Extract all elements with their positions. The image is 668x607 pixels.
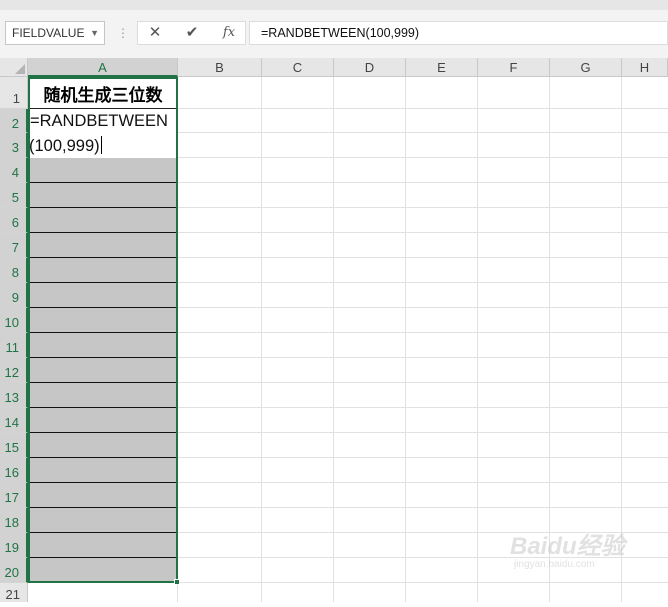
editor-line-1: =RANDBETWEEN (30, 112, 168, 130)
row-header-15[interactable]: 15 (0, 433, 28, 458)
column-header-d[interactable]: D (334, 58, 406, 77)
formula-buttons: ✕ ✔ fx (137, 21, 246, 45)
cell-a14[interactable] (29, 408, 176, 433)
column-header-c[interactable]: C (262, 58, 334, 77)
formula-input[interactable]: =RANDBETWEEN(100,999) (249, 21, 668, 45)
cell-a18[interactable] (29, 508, 176, 533)
spreadsheet-grid[interactable]: A B C D E F G H 1 2 3 4 5 6 7 8 9 10 11 … (0, 58, 668, 602)
row-header-5[interactable]: 5 (0, 183, 28, 208)
row-header-20[interactable]: 20 (0, 558, 28, 583)
chevron-down-icon[interactable]: ▼ (90, 22, 99, 44)
row-header-4[interactable]: 4 (0, 158, 28, 183)
row-header-11[interactable]: 11 (0, 333, 28, 358)
watermark-brand: Baidu经验 (510, 533, 625, 560)
watermark: Baidu经验 jingyan.baidu.com (508, 526, 668, 578)
cell-a7[interactable] (29, 233, 176, 258)
more-options-icon[interactable]: ⋮ (117, 23, 129, 43)
cell-a15[interactable] (29, 433, 176, 458)
insert-function-icon[interactable]: fx (217, 22, 241, 44)
column-header-f[interactable]: F (478, 58, 550, 77)
gridline (261, 77, 262, 602)
row-header-10[interactable]: 10 (0, 308, 28, 333)
gridline (549, 77, 550, 602)
row-header-12[interactable]: 12 (0, 358, 28, 383)
gridline (28, 582, 668, 583)
gridline (477, 77, 478, 602)
gridline (621, 77, 622, 602)
watermark-site: jingyan.baidu.com (514, 559, 595, 570)
text-cursor (100, 136, 102, 154)
cell-a19[interactable] (29, 533, 176, 558)
editor-line-2: (100,999) (29, 136, 102, 156)
column-header-a[interactable]: A (28, 58, 178, 77)
row-header-7[interactable]: 7 (0, 233, 28, 258)
active-cell-editor[interactable]: =RANDBETWEEN (100,999) (28, 109, 178, 158)
cell-a5[interactable] (29, 183, 176, 208)
cell-a17[interactable] (29, 483, 176, 508)
row-header-3[interactable]: 3 (0, 133, 28, 158)
select-all-corner[interactable] (0, 58, 28, 77)
editor-line-2-text: (100,999) (29, 137, 100, 155)
row-header-18[interactable]: 18 (0, 508, 28, 533)
cell-a8[interactable] (29, 258, 176, 283)
formula-bar-area: FIELDVALUE ▼ ⋮ ✕ ✔ fx =RANDBETWEEN(100,9… (0, 10, 668, 58)
gridline (333, 77, 334, 602)
cell-a10[interactable] (29, 308, 176, 333)
column-header-e[interactable]: E (406, 58, 478, 77)
row-header-13[interactable]: 13 (0, 383, 28, 408)
gridline (405, 77, 406, 602)
name-box[interactable]: FIELDVALUE ▼ (5, 21, 105, 45)
cell-a12[interactable] (29, 358, 176, 383)
row-header-6[interactable]: 6 (0, 208, 28, 233)
ribbon-edge (0, 0, 668, 10)
row-header-21[interactable]: 21 (0, 583, 28, 602)
row-header-17[interactable]: 17 (0, 483, 28, 508)
column-header-g[interactable]: G (550, 58, 622, 77)
row-header-19[interactable]: 19 (0, 533, 28, 558)
cell-a13[interactable] (29, 383, 176, 408)
row-header-8[interactable]: 8 (0, 258, 28, 283)
cell-a6[interactable] (29, 208, 176, 233)
row-header-16[interactable]: 16 (0, 458, 28, 483)
row-header-9[interactable]: 9 (0, 283, 28, 308)
cell-a11[interactable] (29, 333, 176, 358)
row-header-14[interactable]: 14 (0, 408, 28, 433)
column-header-b[interactable]: B (178, 58, 262, 77)
select-all-triangle-icon (15, 64, 25, 74)
cell-a20[interactable] (29, 558, 176, 582)
name-box-value: FIELDVALUE (12, 26, 85, 40)
column-header-h[interactable]: H (622, 58, 668, 77)
cell-a4[interactable] (29, 158, 176, 183)
enter-check-icon[interactable]: ✔ (180, 22, 204, 44)
row-header-1[interactable]: 1 (0, 77, 28, 109)
cell-a16[interactable] (29, 458, 176, 483)
row-header-2[interactable]: 2 (0, 109, 28, 133)
fill-handle[interactable] (174, 579, 180, 585)
cancel-icon[interactable]: ✕ (143, 22, 167, 44)
cell-a9[interactable] (29, 283, 176, 308)
cell-a1[interactable]: 随机生成三位数 (28, 77, 178, 109)
